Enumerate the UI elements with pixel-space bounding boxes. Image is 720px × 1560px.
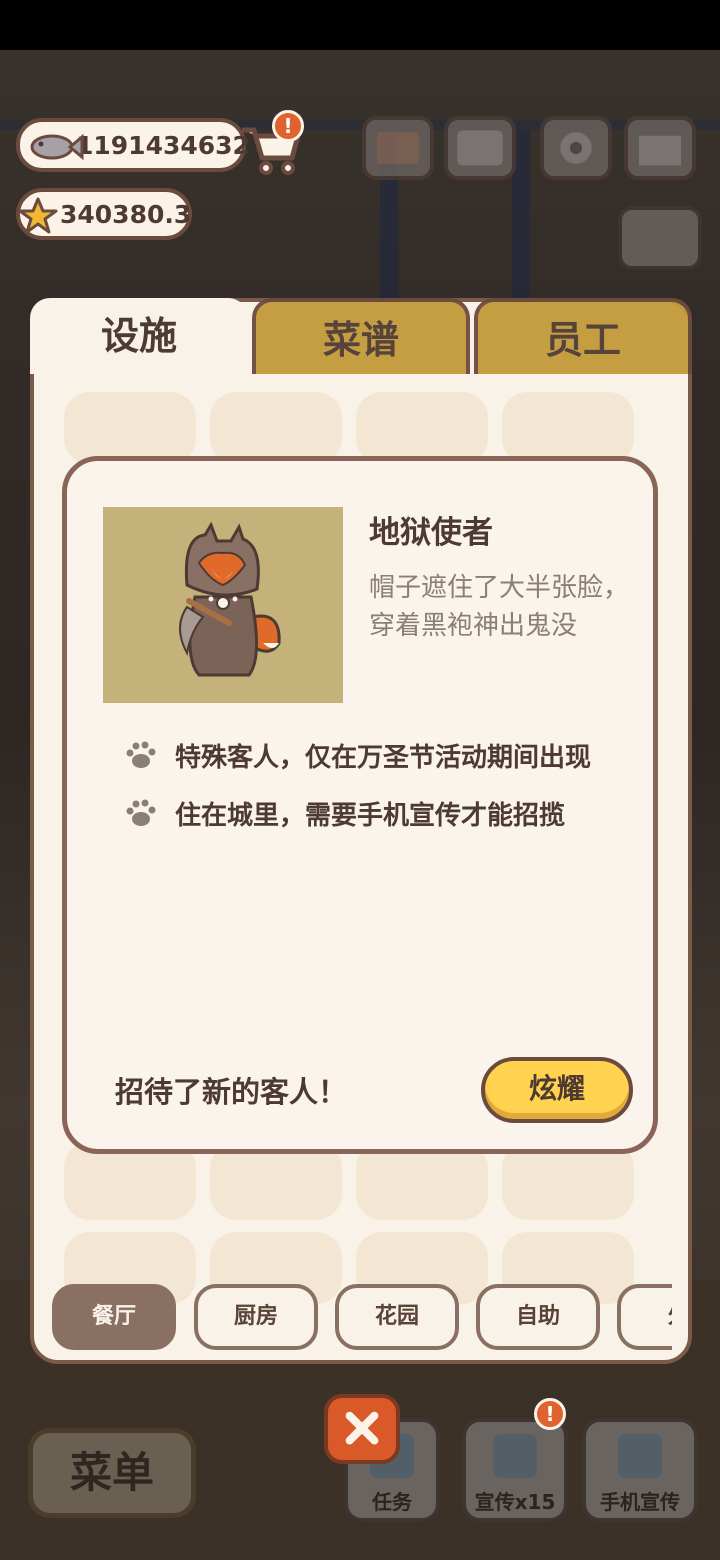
trait-text: 特殊客人，仅在万圣节活动期间出现	[175, 742, 592, 773]
paw-icon	[126, 799, 156, 826]
cookbook-icon[interactable]	[444, 116, 516, 180]
settings-gear-icon[interactable]	[540, 116, 612, 180]
phone-promo-label: 手机宣传	[600, 1490, 680, 1514]
category-kitchen[interactable]: 厨房	[194, 1284, 318, 1350]
fish-count: 1191434632	[76, 130, 250, 160]
paw-icon	[126, 741, 156, 768]
tab-facilities[interactable]: 设施	[30, 298, 248, 374]
cart-alert-badge: !	[272, 110, 304, 142]
fish-icon	[30, 133, 84, 161]
grid-item[interactable]	[502, 392, 634, 464]
tab-recipes[interactable]: 菜谱	[252, 298, 470, 374]
grid-item[interactable]	[356, 392, 488, 464]
category-self-service[interactable]: 自助	[476, 1284, 600, 1350]
panel-tabs: 设施 菜谱 员工	[30, 298, 692, 376]
guest-portrait	[103, 507, 343, 703]
category-tabs: 餐厅 厨房 花园 自助 外	[52, 1284, 672, 1350]
grid-item[interactable]	[64, 392, 196, 464]
side-toggle-button[interactable]	[618, 206, 702, 270]
promo-x15-label: 宣传x15	[474, 1490, 556, 1514]
promo-x15-button[interactable]: 宣传x15	[462, 1418, 568, 1522]
status-bar	[0, 0, 720, 50]
category-restaurant[interactable]: 餐厅	[52, 1284, 176, 1350]
mail-icon[interactable]	[362, 116, 434, 180]
hooded-fox-guest-icon	[179, 521, 281, 677]
promo-alert-badge: !	[534, 1398, 566, 1430]
phone-promo-button[interactable]: 手机宣传	[582, 1418, 698, 1522]
star-icon	[18, 197, 58, 234]
shop-icon[interactable]	[624, 116, 696, 180]
trait-item: 住在城里，需要手机宣传才能招揽	[123, 793, 565, 833]
tab-staff[interactable]: 员工	[474, 298, 692, 374]
new-guest-message: 招待了新的客人！	[115, 1075, 348, 1109]
grid-item[interactable]	[210, 392, 342, 464]
guest-name: 地狱使者	[369, 515, 493, 551]
category-garden[interactable]: 花园	[335, 1284, 459, 1350]
promo-phone-icon	[493, 1434, 537, 1478]
trait-item: 特殊客人，仅在万圣节活动期间出现	[123, 735, 591, 775]
fish-currency: 1191434632	[16, 118, 250, 172]
trait-text: 住在城里，需要手机宣传才能招揽	[175, 800, 566, 831]
task-label: 任务	[372, 1490, 412, 1514]
star-currency: 340380.3	[16, 188, 192, 240]
close-icon	[345, 1411, 379, 1445]
new-guest-dialog: 地狱使者 帽子遮住了大半张脸，穿着黑袍神出鬼没 特殊客人，仅在万圣节活动期间出现…	[62, 456, 658, 1154]
menu-button[interactable]: 菜单	[28, 1428, 196, 1518]
show-off-button[interactable]: 炫耀	[481, 1057, 633, 1123]
close-dialog-button[interactable]	[324, 1394, 400, 1464]
guest-description: 帽子遮住了大半张脸，穿着黑袍神出鬼没	[369, 573, 630, 641]
star-count: 340380.3	[60, 199, 192, 229]
phone-icon	[618, 1434, 662, 1478]
category-outdoor[interactable]: 外	[617, 1284, 672, 1350]
